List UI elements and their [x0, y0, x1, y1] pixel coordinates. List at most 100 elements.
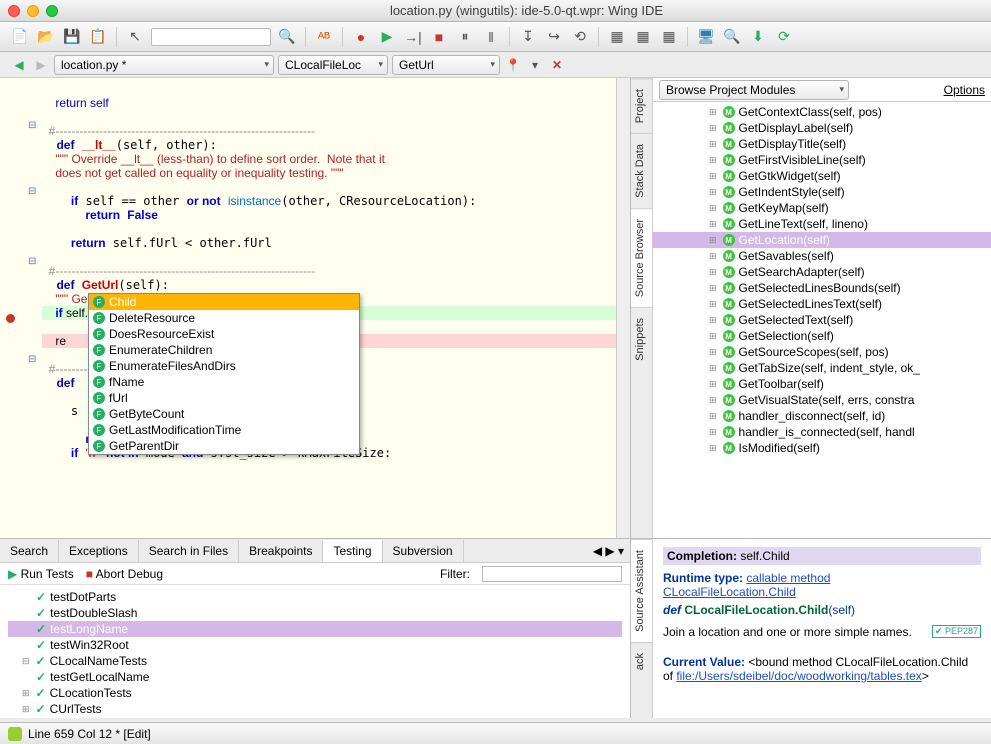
save-all-icon[interactable]: 📋 — [88, 27, 108, 47]
expand-icon[interactable]: ⊞ — [709, 203, 717, 214]
tree-row[interactable]: ⊞MGetLocation(self) — [653, 232, 991, 248]
tree-row[interactable]: ⊞MGetSelectedLinesText(self) — [653, 296, 991, 312]
tab-subversion[interactable]: Subversion — [383, 540, 464, 562]
tree-row[interactable]: ⊞MGetDisplayTitle(self) — [653, 136, 991, 152]
save-file-icon[interactable]: 💾 — [62, 27, 82, 47]
test-row[interactable]: ✓testGetLocalName — [8, 669, 622, 685]
tree-row[interactable]: ⊞MGetFirstVisibleLine(self) — [653, 152, 991, 168]
tab-breakpoints[interactable]: Breakpoints — [239, 540, 323, 562]
breakpoint-icon[interactable]: ● — [351, 27, 371, 47]
tab-search[interactable]: Search — [0, 540, 59, 562]
autocomplete-item[interactable]: FGetLastModificationTime — [89, 422, 359, 438]
tree-row[interactable]: ⊞MGetSearchAdapter(self) — [653, 264, 991, 280]
autocomplete-item[interactable]: FEnumerateChildren — [89, 342, 359, 358]
expand-icon[interactable]: ⊞ — [709, 235, 717, 246]
panel1-icon[interactable]: ▦ — [607, 27, 627, 47]
tree-row[interactable]: ⊞MGetContextClass(self, pos) — [653, 104, 991, 120]
nav-back-icon[interactable]: ◀ — [10, 56, 28, 74]
tab-snippets[interactable]: Snippets — [631, 307, 652, 371]
tree-row[interactable]: ⊞MGetSourceScopes(self, pos) — [653, 344, 991, 360]
test-row[interactable]: ✓testDotParts — [8, 589, 622, 605]
continue-icon[interactable]: ↪ — [544, 27, 564, 47]
runtime-type-link2[interactable]: CLocalFileLocation.Child — [663, 585, 796, 599]
expand-icon[interactable]: ⊞ — [709, 411, 717, 422]
expand-icon[interactable]: ⊞ — [709, 363, 717, 374]
expand-icon[interactable]: ⊞ — [709, 299, 717, 310]
method-combo[interactable]: GetUrl — [392, 55, 500, 75]
expand-icon[interactable]: ⊟ — [22, 656, 30, 667]
tree-row[interactable]: ⊞MGetSavables(self) — [653, 248, 991, 264]
autocomplete-item[interactable]: FfName — [89, 374, 359, 390]
tree-row[interactable]: ⊞MGetSelection(self) — [653, 328, 991, 344]
tree-row[interactable]: ⊞MGetIndentStyle(self) — [653, 184, 991, 200]
test-row[interactable]: ⊞✓CLocationTests — [8, 685, 622, 701]
expand-icon[interactable]: ⊞ — [709, 427, 717, 438]
expand-icon[interactable]: ⊞ — [709, 187, 717, 198]
monitor-icon[interactable]: 🖥 — [696, 27, 716, 47]
tree-row[interactable]: ⊞MGetDisplayLabel(self) — [653, 120, 991, 136]
abort-debug-button[interactable]: ■ Abort Debug — [86, 567, 163, 581]
tab-ack[interactable]: ack — [631, 642, 652, 680]
expand-icon[interactable]: ⊞ — [709, 267, 717, 278]
tree-row[interactable]: ⊞MGetVisualState(self, errs, constra — [653, 392, 991, 408]
tree-row[interactable]: ⊞MGetSelectedLinesBounds(self) — [653, 280, 991, 296]
expand-icon[interactable]: ⊞ — [709, 443, 717, 454]
filter-input[interactable] — [482, 566, 622, 582]
search-icon[interactable]: 🔍 — [277, 27, 297, 47]
expand-icon[interactable]: ⊞ — [709, 251, 717, 262]
expand-icon[interactable]: ⊞ — [709, 395, 717, 406]
tab-exceptions[interactable]: Exceptions — [59, 540, 139, 562]
tab-scroll-icon[interactable]: ◀ ▶ ▾ — [587, 544, 630, 558]
stop-icon[interactable]: ■ — [429, 27, 449, 47]
expand-icon[interactable]: ⊞ — [22, 688, 30, 699]
autocomplete-item[interactable]: FDoesResourceExist — [89, 326, 359, 342]
sync-icon[interactable]: ⟳ — [774, 27, 794, 47]
tab-search-in-files[interactable]: Search in Files — [139, 540, 239, 562]
editor-scrollbar[interactable] — [616, 78, 630, 538]
close-window-icon[interactable] — [8, 5, 20, 17]
tree-row[interactable]: ⊞MGetSelectedText(self) — [653, 312, 991, 328]
expand-icon[interactable]: ⊞ — [709, 331, 717, 342]
close-tab-icon[interactable]: ✕ — [548, 56, 566, 74]
file-combo[interactable]: location.py * — [54, 55, 274, 75]
open-file-icon[interactable]: 📂 — [36, 27, 56, 47]
gutter[interactable]: ⊟ ⊟ ⊟ ⊟ — [0, 78, 42, 538]
test-row[interactable]: ✓testWin32Root — [8, 637, 622, 653]
test-row[interactable]: ✓testLongName — [8, 621, 622, 637]
panel2-icon[interactable]: ▦ — [633, 27, 653, 47]
bug-icon[interactable] — [8, 727, 22, 741]
zoom-window-icon[interactable] — [46, 5, 58, 17]
replace-icon[interactable]: ᴬᴮ — [314, 27, 334, 47]
test-tree[interactable]: ✓testDotParts ✓testDoubleSlash ✓testLong… — [0, 585, 630, 718]
expand-icon[interactable]: ⊞ — [709, 219, 717, 230]
source-browser-tree[interactable]: ⊞MGetContextClass(self, pos) ⊞MGetDispla… — [653, 102, 991, 538]
expand-icon[interactable]: ⊞ — [709, 283, 717, 294]
test-row[interactable]: ⊞✓CUrlTests — [8, 701, 622, 717]
tab-source-browser[interactable]: Source Browser — [631, 208, 652, 307]
expand-icon[interactable]: ⊞ — [22, 704, 30, 715]
breakpoint-marker-icon[interactable] — [6, 314, 15, 323]
expand-icon[interactable]: ⊞ — [709, 123, 717, 134]
expand-icon[interactable]: ⊞ — [709, 171, 717, 182]
panel3-icon[interactable]: ▦ — [659, 27, 679, 47]
step-into-icon[interactable]: →| — [403, 27, 423, 47]
new-file-icon[interactable]: 📄 — [10, 27, 30, 47]
tree-row[interactable]: ⊞Mhandler_is_connected(self, handl — [653, 424, 991, 440]
pin-icon[interactable]: 📍 — [504, 56, 522, 74]
tab-project[interactable]: Project — [631, 78, 652, 133]
tree-row[interactable]: ⊞MGetTabSize(self, indent_style, ok_ — [653, 360, 991, 376]
autocomplete-item[interactable]: FEnumerateFilesAndDirs — [89, 358, 359, 374]
expand-icon[interactable]: ⊞ — [709, 315, 717, 326]
zoom-icon[interactable]: 🔍 — [722, 27, 742, 47]
goto-icon[interactable]: ↖ — [125, 27, 145, 47]
test-row[interactable]: ✓testDoubleSlash — [8, 605, 622, 621]
expand-icon[interactable]: ⊞ — [709, 155, 717, 166]
download-icon[interactable]: ⬇ — [748, 27, 768, 47]
tab-source-assistant[interactable]: Source Assistant — [631, 539, 652, 642]
run-icon[interactable]: ▶ — [377, 27, 397, 47]
run-tests-button[interactable]: ▶ Run Tests — [8, 567, 74, 581]
step-over-icon[interactable]: ‖ — [481, 27, 501, 47]
menu-icon[interactable]: ▾ — [526, 56, 544, 74]
expand-icon[interactable]: ⊞ — [709, 347, 717, 358]
expand-icon[interactable]: ⊞ — [709, 107, 717, 118]
